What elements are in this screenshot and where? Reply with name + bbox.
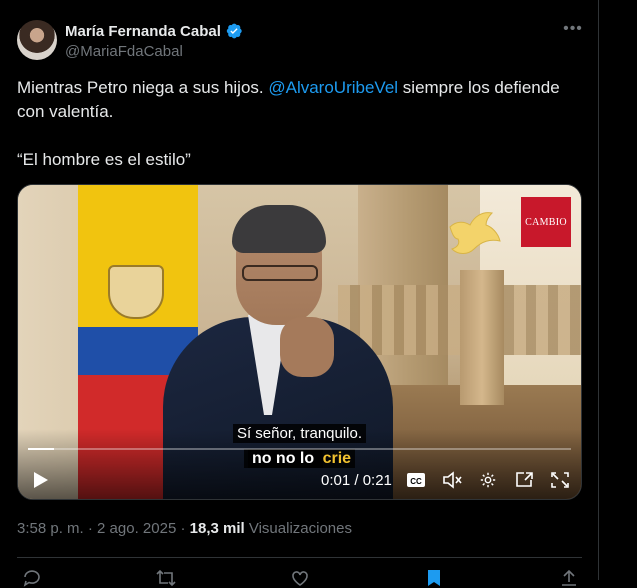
mute-icon[interactable] [442,471,462,489]
mention-link[interactable]: @AlvaroUribeVel [268,78,398,97]
picture-in-picture-icon[interactable] [514,471,534,489]
share-icon[interactable] [560,568,578,588]
dove-sculpture [449,212,501,254]
video-progress-bar[interactable] [28,448,571,450]
verified-badge-icon[interactable] [225,22,243,40]
tweet-text: Mientras Petro niega a sus hijos. @Alvar… [17,76,577,124]
like-icon[interactable] [290,568,310,588]
play-icon[interactable] [30,470,50,490]
views-count: 18,3 mil [189,520,245,537]
subtitle-line-1-text: Sí señor, tranquilo. [232,424,367,443]
subtitle-line-1: Sí señor, tranquilo. [18,424,581,443]
action-bar-divider [17,557,582,558]
author-display-name[interactable]: María Fernanda Cabal [65,23,221,40]
views-label: Visualizaciones [244,520,352,537]
author-name-row: María Fernanda Cabal [65,22,243,40]
coat-of-arms [108,265,164,319]
avatar[interactable] [17,20,57,60]
person-hair [232,205,326,253]
tweet-meta: 3:58 p. m. · 2 ago. 2025 · 18,3 mil Visu… [17,520,352,537]
video-player[interactable]: CAMBIO Sí señor, tranquilo. no no lo cri… [17,184,582,500]
svg-text:CC: CC [410,477,422,486]
tweet-date[interactable]: 2 ago. 2025 [97,520,176,537]
subtitle-highlight: crie [322,450,352,467]
author-handle[interactable]: @MariaFdaCabal [65,43,183,60]
bookmark-icon[interactable] [425,568,443,588]
column-divider [598,0,599,580]
video-time: 0:01 / 0:21 [321,472,392,489]
settings-icon[interactable] [478,471,498,489]
video-scene-pedestal [460,270,504,405]
repost-icon[interactable] [155,568,177,588]
fullscreen-icon[interactable] [550,471,570,489]
subtitle-line-2-text: no no lo [247,449,323,468]
subtitle-line-2: no no lo crie [18,449,581,468]
cambio-logo: CAMBIO [521,197,571,247]
meta-separator: · [83,520,98,537]
tweet-text-before: Mientras Petro niega a sus hijos. [17,78,269,97]
person-hand [280,317,334,377]
reply-icon[interactable] [22,568,42,588]
meta-separator-2: · [176,520,190,537]
more-options-icon[interactable]: ••• [563,21,583,42]
video-progress-fill [28,448,55,450]
tweet-time[interactable]: 3:58 p. m. [17,520,84,537]
tweet-quote: “El hombre es el estilo” [17,150,191,169]
person-glasses [242,265,318,281]
closed-captions-icon[interactable]: CC [406,471,426,489]
